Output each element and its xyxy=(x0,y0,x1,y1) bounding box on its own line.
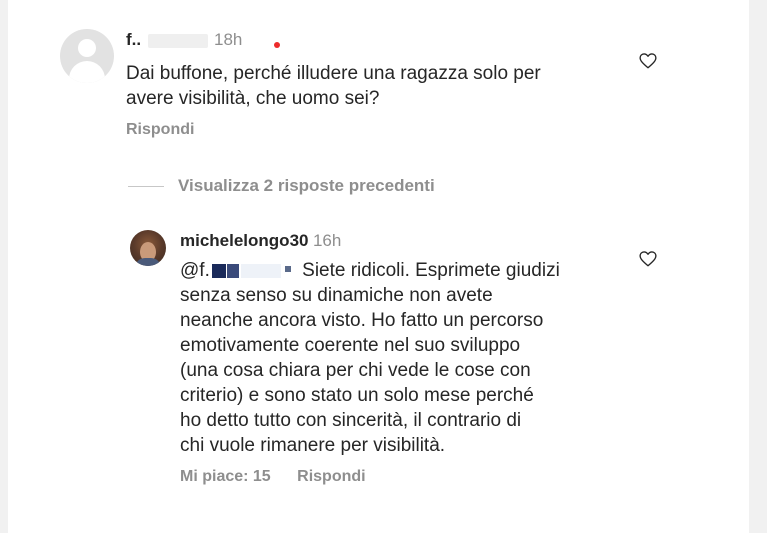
comment-header: michelelongo30 16h xyxy=(180,231,341,251)
comment-text: Dai buffone, perché illudere una ragazza… xyxy=(126,61,646,111)
comment-line: criterio) e sono stato un solo mese perc… xyxy=(180,385,534,406)
mention-link[interactable]: @f. xyxy=(180,260,210,281)
comment-line: avere visibilità, che uomo sei? xyxy=(126,88,380,109)
reply-button[interactable]: Rispondi xyxy=(297,468,365,485)
heart-icon[interactable] xyxy=(639,250,657,268)
timestamp: 16h xyxy=(312,231,342,250)
comment-line: (una cosa chiara per chi vede le cose co… xyxy=(180,360,531,381)
comment-line: senza senso su dinamiche non avete xyxy=(180,285,493,306)
comment-line: neanche ancora visto. Ho fatto un percor… xyxy=(180,310,544,331)
view-previous-replies[interactable]: Visualizza 2 risposte precedenti xyxy=(178,176,435,196)
avatar[interactable] xyxy=(130,230,166,266)
notification-dot xyxy=(274,42,280,48)
comment-actions: Mi piace: 15 Rispondi xyxy=(180,468,366,486)
timestamp: 18h xyxy=(214,30,243,49)
comments-card: f.. 18h Dai buffone, perché illudere una… xyxy=(8,0,749,533)
divider-line xyxy=(128,186,164,187)
comment-line: ho detto tutto con sincerità, il contrar… xyxy=(180,410,522,431)
blurred-username xyxy=(226,263,239,278)
comment-line: chi vuole rimanere per visibilità. xyxy=(180,435,446,456)
heart-icon[interactable] xyxy=(639,52,657,70)
blurred-username xyxy=(284,266,291,272)
comment-line: emotivamente coerente nel suo sviluppo xyxy=(180,335,521,356)
reply-button[interactable]: Rispondi xyxy=(126,121,194,139)
username[interactable]: michelelongo30 xyxy=(180,231,308,250)
username[interactable]: f.. xyxy=(126,30,141,49)
comment-line: Dai buffone, perché illudere una ragazza… xyxy=(126,63,541,84)
blurred-username xyxy=(240,263,281,278)
blurred-username xyxy=(211,263,226,278)
avatar[interactable] xyxy=(60,29,114,83)
blurred-username xyxy=(147,33,208,48)
comment-header: f.. 18h xyxy=(126,30,242,50)
likes-count[interactable]: Mi piace: 15 xyxy=(180,468,271,485)
comment-text: @f. Siete ridicoli. Esprimete giudizi se… xyxy=(180,258,650,458)
comment-line: Siete ridicoli. Esprimete giudizi xyxy=(302,260,560,281)
